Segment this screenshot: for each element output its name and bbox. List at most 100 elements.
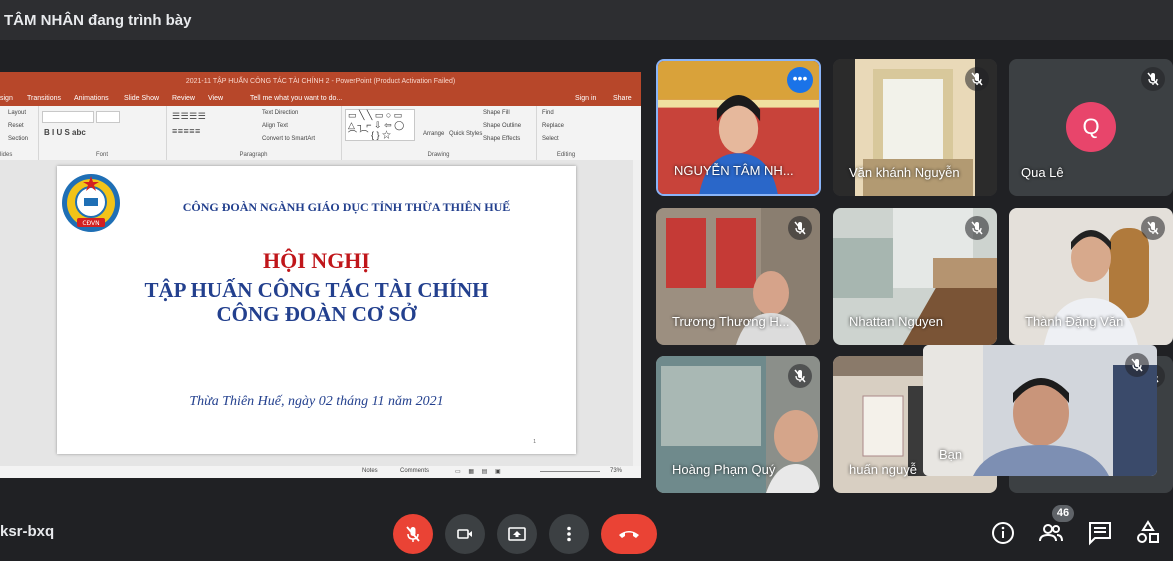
chat-icon[interactable] — [1087, 520, 1113, 546]
present-icon — [508, 527, 526, 541]
mic-off-icon — [965, 67, 989, 91]
mic-toggle-button[interactable] — [393, 514, 433, 554]
participant-name: Qua Lê — [1021, 165, 1064, 180]
meeting-code: ksr-bxq — [0, 523, 55, 540]
font-format-icons: B I U S abc — [44, 128, 86, 137]
mic-off-icon — [1141, 216, 1165, 240]
slide-title: HỘI NGHỊ — [263, 248, 370, 273]
zoom-slider[interactable] — [540, 471, 600, 472]
find-button[interactable]: Find — [542, 110, 554, 116]
self-name: Bạn — [939, 447, 963, 462]
participant-tile[interactable]: Hoàng Phạm Quý — [656, 356, 820, 493]
more-vert-icon — [567, 526, 571, 542]
section-button[interactable]: Section — [8, 136, 28, 142]
tab-slide-show[interactable]: Slide Show — [124, 95, 159, 102]
self-view-tile[interactable]: Bạn — [923, 345, 1157, 476]
union-logo-icon: CĐVN — [62, 174, 120, 232]
participant-tile[interactable]: Q Qua Lê — [1009, 59, 1173, 196]
align-text-button[interactable]: Align Text — [262, 123, 288, 129]
shape-outline-button[interactable]: Shape Outline — [483, 123, 521, 129]
more-options-icon[interactable]: ••• — [787, 67, 813, 93]
tab-view[interactable]: View — [208, 95, 223, 102]
tell-me-box[interactable]: Tell me what you want to do... — [250, 95, 342, 102]
notes-button[interactable]: Notes — [362, 468, 378, 474]
participant-tile[interactable]: Nhattan Nguyen — [833, 208, 997, 345]
ribbon-group-paragraph: ☰ ☰ ☰ ☰ ≡ ≡ ≡ ≡ ≡ Text Direction Align T… — [166, 106, 342, 160]
mic-off-icon — [406, 526, 420, 542]
logo-text: CĐVN — [82, 220, 99, 227]
mic-off-icon — [788, 216, 812, 240]
camera-icon — [457, 529, 472, 539]
replace-button[interactable]: Replace — [542, 123, 564, 129]
participant-count-badge: 46 — [1052, 505, 1074, 522]
tab-transitions[interactable]: Transitions — [27, 95, 61, 102]
slide-number: 1 — [533, 439, 536, 445]
slide-subtitle-line-1: TẬP HUẤN CÔNG TÁC TÀI CHÍNH — [144, 278, 489, 302]
slide-date: Thừa Thiên Huế, ngày 02 tháng 11 năm 202… — [189, 394, 444, 409]
editing-group-label: Editing — [556, 152, 576, 158]
ribbon: Layout Reset Section lides B I U S abc F… — [0, 106, 641, 161]
select-button[interactable]: Select — [542, 136, 559, 142]
font-group-label: Font — [95, 152, 108, 158]
slide-subtitle-line-2: CÔNG ĐOÀN CƠ SỞ — [216, 302, 417, 326]
shape-effects-button[interactable]: Shape Effects — [483, 136, 520, 142]
tab-design[interactable]: sign — [0, 95, 13, 102]
participant-name: huấn nguyễ — [849, 462, 917, 477]
smartart-button[interactable]: Convert to SmartArt — [262, 136, 315, 142]
participant-name: Nhattan Nguyen — [849, 314, 943, 329]
paragraph-group-label: Paragraph — [239, 152, 268, 158]
people-icon[interactable] — [1038, 520, 1064, 546]
mic-off-icon — [1141, 67, 1165, 91]
view-buttons[interactable]: ▭ ▦ ▤ ▣ — [455, 468, 504, 475]
list-icons: ☰ ☰ ☰ ☰ — [172, 111, 206, 121]
font-name-box[interactable] — [42, 111, 94, 123]
camera-toggle-button[interactable] — [445, 514, 485, 554]
presenting-label: TÂM NHÂN đang trình bày — [4, 12, 192, 29]
phone-hangup-icon — [619, 531, 639, 538]
slide-organization: CÔNG ĐOÀN NGÀNH GIÁO DỤC TỈNH THỪA THIÊN… — [182, 200, 511, 214]
arrange-button[interactable]: Arrange — [423, 131, 444, 137]
avatar: Q — [1066, 102, 1116, 152]
ribbon-group-editing: Find Replace Select Editing — [536, 106, 596, 160]
sign-in-link[interactable]: Sign in — [575, 95, 596, 102]
shapes-gallery[interactable]: ▭ ╲ ╲ ▭ ○ ▭ △ ┐ ⌐ ⇩ ⇦ ◯ ⌒ ⌒ { } ☆ — [345, 109, 415, 141]
participant-name: Văn khánh Nguyễn — [849, 165, 960, 180]
participant-tile[interactable]: Thành Đặng Văn — [1009, 208, 1173, 345]
mic-off-icon — [965, 216, 989, 240]
font-size-box[interactable] — [96, 111, 120, 123]
tab-review[interactable]: Review — [172, 95, 195, 102]
drawing-group-label: Drawing — [427, 152, 450, 158]
ribbon-tabs: sign Transitions Animations Slide Show R… — [0, 92, 641, 106]
ribbon-group-font: B I U S abc Font — [38, 106, 167, 160]
status-bar: Notes Comments ▭ ▦ ▤ ▣ 73% — [0, 466, 641, 478]
powerpoint-title-bar: 2021-11 TẬP HUẤN CÔNG TÁC TÀI CHÍNH 2 - … — [0, 72, 641, 92]
shared-presentation: 2021-11 TẬP HUẤN CÔNG TÁC TÀI CHÍNH 2 - … — [0, 72, 641, 478]
participant-tile[interactable]: ••• NGUYỄN TÂM NH... — [656, 59, 821, 196]
slide-subtitle: TẬP HUẤN CÔNG TÁC TÀI CHÍNH CÔNG ĐOÀN CƠ… — [57, 278, 576, 326]
info-icon[interactable] — [990, 520, 1016, 546]
present-screen-button[interactable] — [497, 514, 537, 554]
shape-fill-button[interactable]: Shape Fill — [483, 110, 510, 116]
mic-off-icon — [788, 364, 812, 388]
top-bar: TÂM NHÂN đang trình bày — [0, 0, 1173, 40]
vertical-scrollbar[interactable] — [633, 160, 641, 466]
text-direction-button[interactable]: Text Direction — [262, 110, 298, 116]
comments-button[interactable]: Comments — [400, 468, 429, 474]
more-options-button[interactable] — [549, 514, 589, 554]
participant-tile[interactable]: Văn khánh Nguyễn — [833, 59, 997, 196]
ribbon-group-slides: Layout Reset Section lides — [0, 106, 39, 160]
participant-name: Thành Đặng Văn — [1025, 314, 1124, 329]
reset-button[interactable]: Reset — [8, 123, 24, 129]
end-call-button[interactable] — [601, 514, 657, 554]
zoom-level[interactable]: 73% — [610, 468, 622, 474]
quick-styles-button[interactable]: Quick Styles — [449, 131, 482, 137]
participant-name: NGUYỄN TÂM NH... — [674, 163, 794, 178]
activities-icon[interactable] — [1135, 520, 1161, 546]
participant-tile[interactable]: Trương Thương H... — [656, 208, 820, 345]
participant-name: Trương Thương H... — [672, 314, 790, 329]
tab-animations[interactable]: Animations — [74, 95, 109, 102]
align-icons: ≡ ≡ ≡ ≡ ≡ — [172, 126, 200, 136]
share-link[interactable]: Share — [613, 95, 632, 102]
layout-button[interactable]: Layout — [8, 110, 26, 116]
ribbon-group-drawing: ▭ ╲ ╲ ▭ ○ ▭ △ ┐ ⌐ ⇩ ⇦ ◯ ⌒ ⌒ { } ☆ Arrange … — [341, 106, 537, 160]
